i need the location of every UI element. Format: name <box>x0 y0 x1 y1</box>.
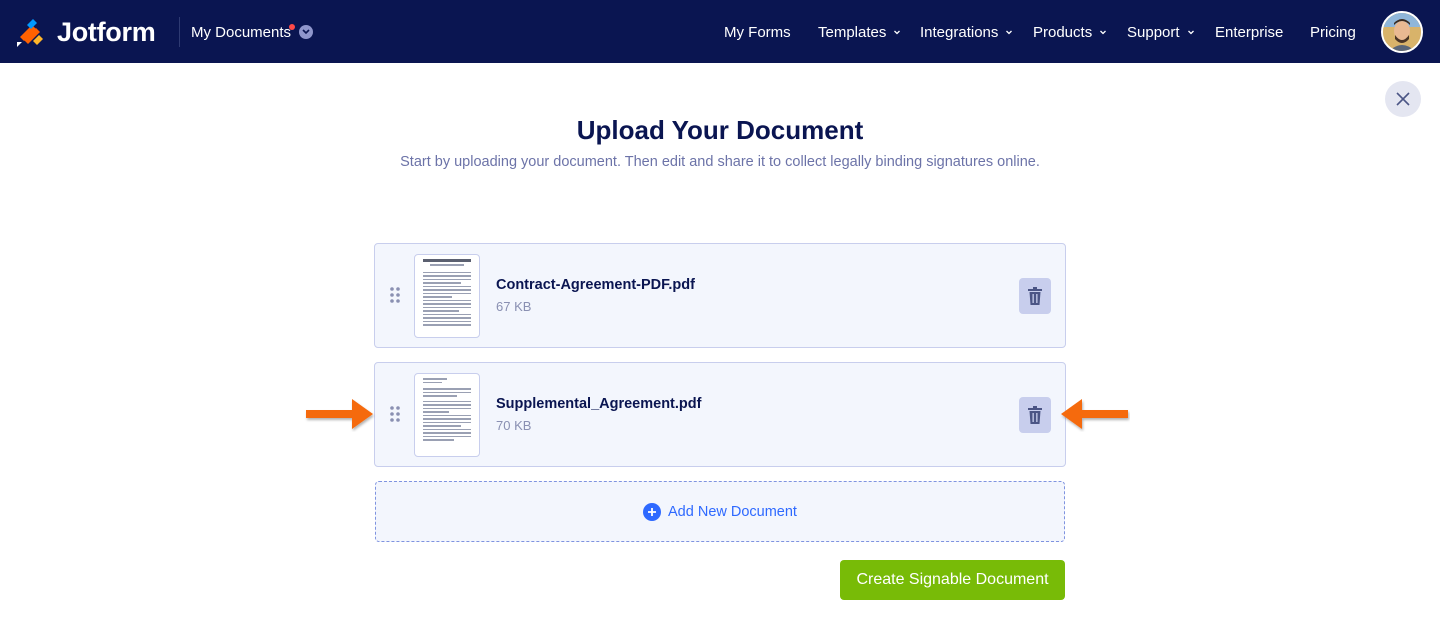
add-new-document-label: Add New Document <box>668 503 797 520</box>
document-name: Contract-Agreement-PDF.pdf <box>496 277 695 293</box>
top-navigation-bar: Jotform My Documents My Forms Templates … <box>0 0 1440 63</box>
add-new-document-button[interactable]: Add New Document <box>375 481 1065 542</box>
close-icon <box>1396 92 1410 106</box>
trash-icon <box>1028 287 1042 305</box>
document-size: 67 KB <box>496 299 532 314</box>
document-card[interactable]: Supplemental_Agreement.pdf 70 KB <box>374 362 1066 467</box>
create-signable-document-button[interactable]: Create Signable Document <box>840 560 1065 600</box>
chevron-down-icon <box>1187 30 1194 35</box>
notification-dot <box>289 24 295 30</box>
nav-label: Integrations <box>920 23 999 41</box>
trash-icon <box>1028 406 1042 424</box>
nav-templates[interactable]: Templates <box>818 22 901 42</box>
create-button-label: Create Signable Document <box>856 571 1049 588</box>
user-avatar[interactable] <box>1381 11 1423 53</box>
document-name: Supplemental_Agreement.pdf <box>496 396 702 412</box>
chevron-down-icon <box>299 25 314 39</box>
page-subtitle: Start by uploading your document. Then e… <box>400 154 1040 170</box>
arrow-left-icon <box>1061 399 1128 429</box>
nav-support[interactable]: Support <box>1127 22 1195 42</box>
chevron-down-icon <box>894 30 901 35</box>
my-documents-dropdown[interactable]: My Documents <box>191 22 314 42</box>
nav-label: Pricing <box>1310 23 1356 41</box>
my-documents-label: My Documents <box>191 23 292 41</box>
jotform-logo-icon <box>17 19 43 47</box>
nav-label: Enterprise <box>1215 23 1284 41</box>
nav-label: My Forms <box>724 23 791 41</box>
nav-label: Support <box>1127 23 1180 41</box>
chevron-down-icon <box>1006 30 1013 35</box>
brand-name: Jotform <box>57 16 156 47</box>
close-button[interactable] <box>1385 81 1421 117</box>
arrow-right-icon <box>306 399 373 429</box>
page-title: Upload Your Document <box>576 115 864 145</box>
drag-handle-icon[interactable] <box>389 405 401 423</box>
plus-circle-icon <box>643 502 662 521</box>
delete-document-button[interactable] <box>1019 278 1051 314</box>
document-size: 70 KB <box>496 418 532 433</box>
nav-products[interactable]: Products <box>1033 22 1107 42</box>
document-card[interactable]: Contract-Agreement-PDF.pdf 67 KB <box>374 243 1066 348</box>
nav-enterprise[interactable]: Enterprise <box>1215 22 1283 42</box>
delete-document-button[interactable] <box>1019 397 1051 433</box>
document-thumbnail <box>414 373 480 457</box>
jotform-logo[interactable]: Jotform <box>17 16 156 47</box>
nav-my-forms[interactable]: My Forms <box>724 22 791 42</box>
nav-pricing[interactable]: Pricing <box>1310 22 1356 42</box>
nav-label: Templates <box>818 23 887 41</box>
chevron-down-icon <box>1100 30 1107 35</box>
header-divider <box>179 17 180 47</box>
nav-integrations[interactable]: Integrations <box>920 22 1013 42</box>
nav-label: Products <box>1033 23 1093 41</box>
document-thumbnail <box>414 254 480 338</box>
drag-handle-icon[interactable] <box>389 286 401 304</box>
